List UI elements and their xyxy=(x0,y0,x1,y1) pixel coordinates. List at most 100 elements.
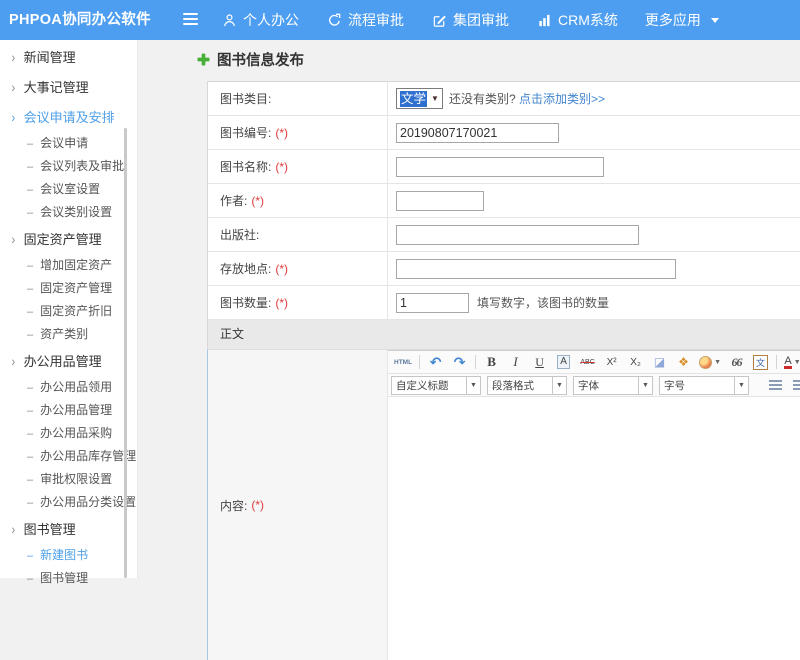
category-selected-value: 文学 xyxy=(400,91,427,107)
dash-icon: – xyxy=(27,156,33,178)
editor-toolbar-row1: HTML↶↷BIUAABCX²X₂◪❖▼66文A▼✎▼▼▼ xyxy=(388,351,800,374)
font-style-box-button[interactable]: A xyxy=(552,352,575,372)
required-mark: (*) xyxy=(275,126,288,140)
sidebar-item-9[interactable]: –增加固定资产 xyxy=(0,254,137,277)
sidebar-item-label: 会议列表及审批 xyxy=(40,159,124,173)
sidebar-item-13[interactable]: ›办公用品管理 xyxy=(0,346,137,376)
location-input[interactable] xyxy=(396,259,676,279)
sidebar-item-4[interactable]: –会议申请 xyxy=(0,132,137,155)
blockquote-icon: 66 xyxy=(732,355,742,370)
underline-button[interactable]: U xyxy=(528,352,551,372)
dash-icon: – xyxy=(27,545,33,567)
undo-icon: ↶ xyxy=(430,354,442,371)
book-number-input[interactable] xyxy=(396,123,559,143)
sidebar-item-8[interactable]: ›固定资产管理 xyxy=(0,224,137,254)
toolbar-separator xyxy=(419,355,420,369)
sidebar-item-20[interactable]: › 图书管理 xyxy=(0,514,137,544)
html-source-button[interactable]: HTML xyxy=(391,352,415,372)
app-logo[interactable]: PHPOA协同办公软件 xyxy=(9,0,151,40)
book-number-label: 图书编号: xyxy=(220,124,271,141)
bold-button[interactable]: B xyxy=(480,352,503,372)
category-select[interactable]: 文学 ▼ xyxy=(396,88,443,109)
sidebar-item-17[interactable]: –办公用品库存管理 xyxy=(0,445,137,468)
section-header: 正文 xyxy=(208,320,800,350)
dash-icon: – xyxy=(27,446,33,468)
sidebar-item-15[interactable]: –办公用品管理 xyxy=(0,399,137,422)
author-input[interactable] xyxy=(396,191,484,211)
sidebar-item-label: 图书管理 xyxy=(24,522,76,537)
book-name-label: 图书名称: xyxy=(220,158,271,175)
chevron-right-icon: › xyxy=(11,224,15,254)
top-nav: 个人办公 流程审批 集团审批 CRM系统 更多应用 xyxy=(221,0,719,40)
add-category-link[interactable]: 点击添加类别>> xyxy=(519,92,605,106)
sidebar-item-label: 新闻管理 xyxy=(24,50,76,65)
blockquote-button[interactable]: 66 xyxy=(725,352,748,372)
sidebar-item-18[interactable]: –审批权限设置 xyxy=(0,468,137,491)
sidebar-item-12[interactable]: –资产类别 xyxy=(0,323,137,346)
sidebar-scrollbar[interactable] xyxy=(124,128,127,578)
sidebar-item-7[interactable]: –会议类别设置 xyxy=(0,201,137,224)
chevron-right-icon: › xyxy=(11,514,15,544)
toolbar-separator xyxy=(776,355,777,369)
align-left-button[interactable] xyxy=(764,375,787,395)
dash-icon: – xyxy=(27,133,33,155)
top-nav-item-3[interactable]: 集团审批 xyxy=(431,10,509,30)
form-row-location: 存放地点:(*) xyxy=(208,252,800,286)
required-mark: (*) xyxy=(275,296,288,310)
align-center-button[interactable] xyxy=(788,375,800,395)
sidebar-item-14[interactable]: –办公用品领用 xyxy=(0,376,137,399)
sidebar-item-2[interactable]: ›大事记管理 xyxy=(0,72,137,102)
top-nav-item-5[interactable]: 更多应用 xyxy=(645,10,719,30)
top-nav-item-1[interactable]: 个人办公 xyxy=(221,10,299,30)
dash-icon: – xyxy=(27,492,33,514)
paste-text-button[interactable]: 文 xyxy=(749,352,772,372)
paragraph-format-select[interactable]: 段落格式▼ xyxy=(487,376,567,395)
redo-button[interactable]: ↷ xyxy=(448,352,471,372)
sidebar-item-5[interactable]: –会议列表及审批 xyxy=(0,155,137,178)
required-mark: (*) xyxy=(275,160,288,174)
book-name-input[interactable] xyxy=(396,157,604,177)
font-family-select[interactable]: 字体▼ xyxy=(573,376,653,395)
hamburger-menu-icon[interactable] xyxy=(183,13,198,28)
form-row-quantity: 图书数量:(*)填写数字，该图书的数量 xyxy=(208,286,800,320)
underline-icon: U xyxy=(535,355,544,370)
sidebar-item-21[interactable]: –新建图书 xyxy=(0,544,137,567)
top-nav-item-2[interactable]: 流程审批 xyxy=(326,10,404,30)
sidebar-item-22[interactable]: –图书管理 xyxy=(0,567,137,590)
custom-heading-select[interactable]: 自定义标题▼ xyxy=(391,376,481,395)
color-palette-button[interactable]: ▼ xyxy=(696,352,724,372)
form-row-book-number: 图书编号: (*) xyxy=(208,116,800,150)
strikethrough-button[interactable]: ABC xyxy=(576,352,599,372)
publisher-input[interactable] xyxy=(396,225,639,245)
sidebar-item-1[interactable]: ›新闻管理 xyxy=(0,42,137,72)
italic-button[interactable]: I xyxy=(504,352,527,372)
top-nav-item-4[interactable]: CRM系统 xyxy=(536,10,618,30)
dash-icon: – xyxy=(27,301,33,323)
sidebar-item-label: 办公用品分类设置 xyxy=(40,495,136,509)
editor-content[interactable] xyxy=(388,397,800,660)
font-size-select[interactable]: 字号▼ xyxy=(659,376,749,395)
content-label: 内容: xyxy=(220,497,247,514)
superscript-button[interactable]: X² xyxy=(600,352,623,372)
sidebar-item-label: 审批权限设置 xyxy=(40,472,112,486)
font-color-button[interactable]: A▼ xyxy=(781,352,800,372)
required-mark: (*) xyxy=(275,262,288,276)
sidebar-item-3[interactable]: ›会议申请及安排 xyxy=(0,102,137,132)
sidebar-item-label: 增加固定资产 xyxy=(40,258,112,272)
sidebar-item-label: 会议室设置 xyxy=(40,182,100,196)
sidebar-item-16[interactable]: –办公用品采购 xyxy=(0,422,137,445)
sidebar-item-6[interactable]: –会议室设置 xyxy=(0,178,137,201)
top-nav-label: 集团审批 xyxy=(453,10,509,30)
sidebar-item-11[interactable]: –固定资产折旧 xyxy=(0,300,137,323)
dash-icon: – xyxy=(27,324,33,346)
sidebar-item-19[interactable]: –办公用品分类设置 xyxy=(0,491,137,514)
eraser-button[interactable]: ◪ xyxy=(648,352,671,372)
sidebar-item-10[interactable]: –固定资产管理 xyxy=(0,277,137,300)
topbar: PHPOA协同办公软件 个人办公 流程审批 集团审批 CRM系统 更多应用 xyxy=(0,0,800,40)
align-center-icon xyxy=(793,380,800,390)
subscript-button[interactable]: X₂ xyxy=(624,352,647,372)
undo-button[interactable]: ↶ xyxy=(424,352,447,372)
format-brush-button[interactable]: ❖ xyxy=(672,352,695,372)
quantity-input[interactable] xyxy=(396,293,469,313)
superscript-icon: X² xyxy=(607,357,617,368)
